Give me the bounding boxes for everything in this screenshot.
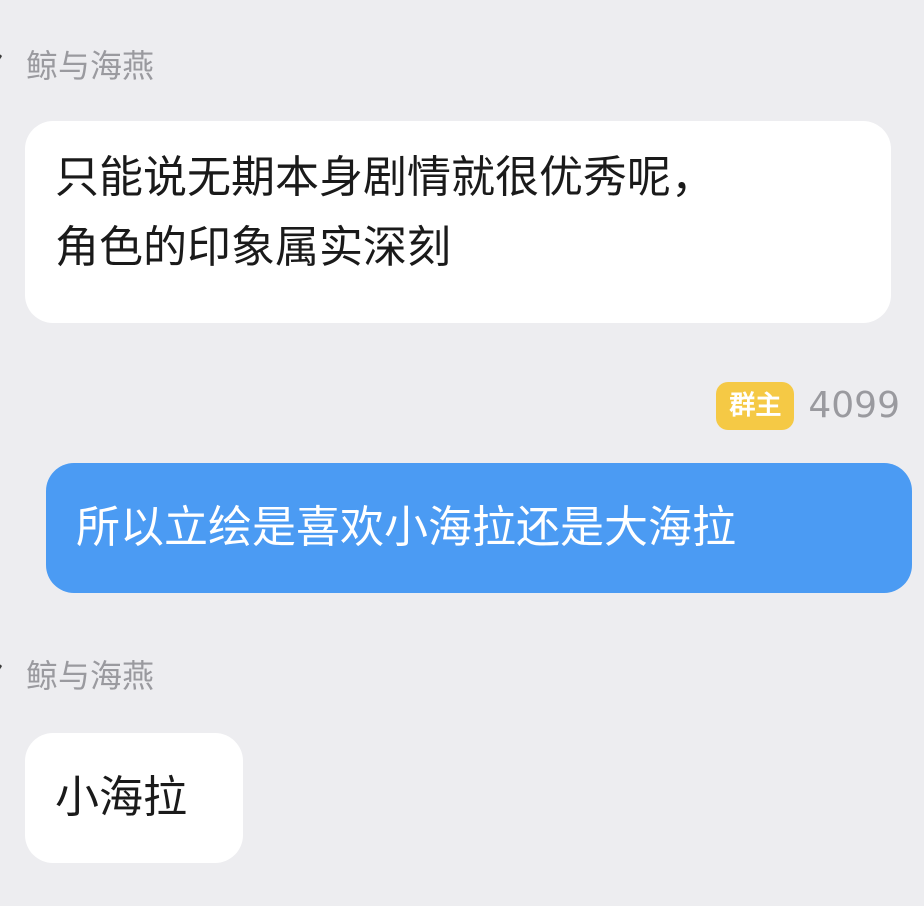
avatar-icon[interactable] [0, 656, 8, 726]
avatar-icon[interactable] [0, 46, 8, 116]
sender-name[interactable]: 鲸与海燕 [26, 46, 154, 86]
message-bubble[interactable]: 小海拉 [25, 733, 243, 863]
message-text-line: 只能说无期本身剧情就很优秀呢， [55, 152, 715, 203]
message-bubble-self[interactable]: 所以立绘是喜欢小海拉还是大海拉 [46, 463, 912, 593]
chat-view: 鲸与海燕 只能说无期本身剧情就很优秀呢， 角色的印象属实深刻 群主 4099 所… [0, 0, 924, 906]
message-text-line: 角色的印象属实深刻 [55, 222, 451, 273]
owner-badge: 群主 [716, 382, 795, 430]
message-text: 所以立绘是喜欢小海拉还是大海拉 [76, 502, 736, 553]
self-sender-row: 群主 4099 [716, 382, 900, 430]
message-bubble[interactable]: 只能说无期本身剧情就很优秀呢， 角色的印象属实深刻 [25, 121, 891, 323]
sender-name[interactable]: 鲸与海燕 [26, 656, 154, 696]
message-text: 小海拉 [55, 772, 187, 823]
sender-name[interactable]: 4099 [808, 382, 900, 430]
